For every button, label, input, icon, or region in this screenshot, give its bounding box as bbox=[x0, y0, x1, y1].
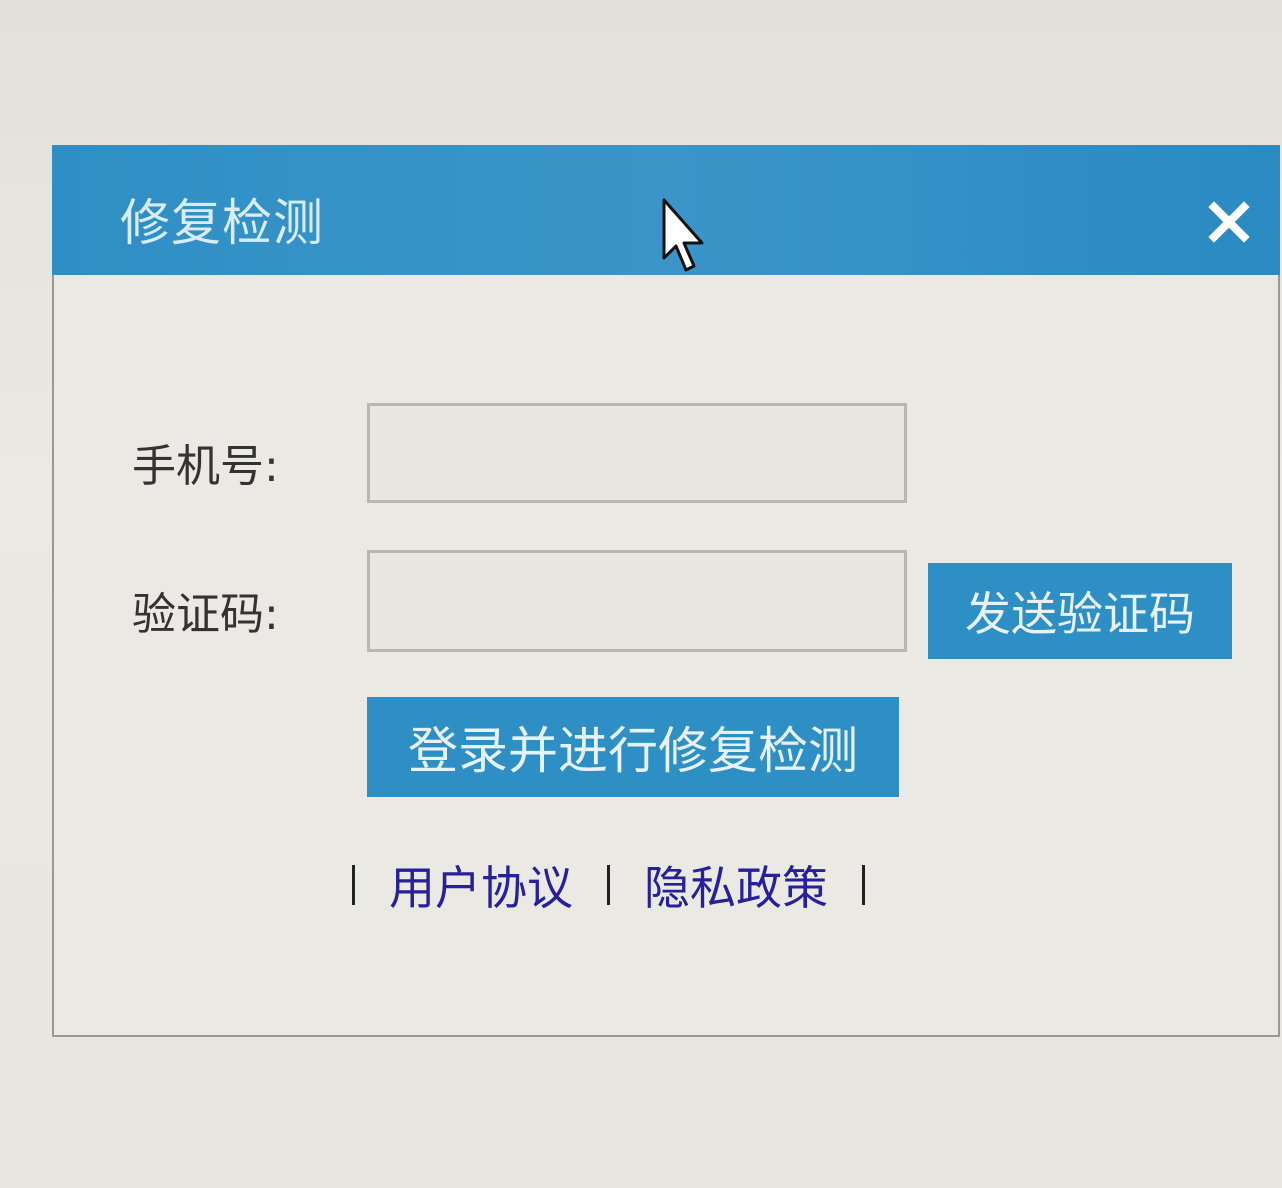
send-code-button[interactable]: 发送验证码 bbox=[928, 563, 1232, 659]
phone-label: 手机号: bbox=[132, 441, 279, 492]
separator bbox=[862, 865, 865, 905]
dialog-title: 修复检测 bbox=[120, 194, 324, 252]
user-agreement-link[interactable]: 用户协议 bbox=[355, 852, 607, 918]
phone-input[interactable] bbox=[367, 403, 907, 503]
close-icon[interactable] bbox=[1208, 201, 1250, 243]
repair-check-dialog: 修复检测 手机号: 验证码: 发送验证码 登录并进行修复检测 用户协议 隐私政策 bbox=[52, 145, 1280, 1037]
mouse-pointer-icon bbox=[662, 198, 704, 272]
code-label: 验证码: bbox=[132, 589, 279, 640]
verification-code-input[interactable] bbox=[367, 550, 907, 652]
privacy-policy-link[interactable]: 隐私政策 bbox=[610, 852, 862, 918]
links-row: 用户协议 隐私政策 bbox=[352, 855, 865, 915]
login-repair-button[interactable]: 登录并进行修复检测 bbox=[367, 697, 899, 797]
screen: 修复检测 手机号: 验证码: 发送验证码 登录并进行修复检测 用户协议 隐私政策 bbox=[0, 0, 1282, 1188]
